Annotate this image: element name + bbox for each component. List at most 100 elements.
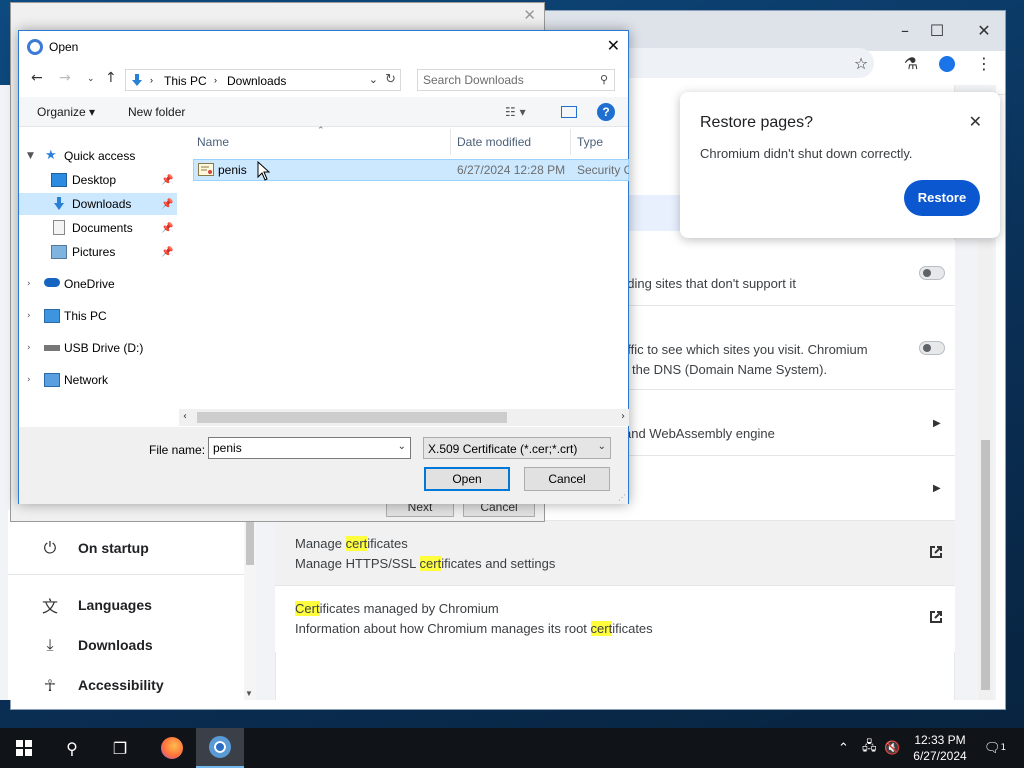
- toggle-switch[interactable]: [919, 341, 945, 355]
- external-link-icon[interactable]: [928, 609, 944, 625]
- sidebar-divider: [8, 574, 248, 575]
- star-icon: ★: [45, 148, 57, 163]
- back-arrow-icon[interactable]: ←: [31, 70, 43, 86]
- chevron-right-icon: ▶: [933, 483, 941, 494]
- network-tray-icon[interactable]: 🖧: [862, 728, 877, 768]
- tree-item-this-pc[interactable]: › This PC: [19, 305, 177, 327]
- tree-item-usb-drive[interactable]: › USB Drive (D:): [19, 337, 177, 359]
- tree-item-label: Pictures: [72, 245, 116, 259]
- breadcrumb-downloads[interactable]: Downloads: [227, 74, 286, 88]
- collapsed-chevron-icon[interactable]: ›: [27, 279, 31, 289]
- labs-icon[interactable]: ⚗: [899, 52, 923, 76]
- collapsed-chevron-icon[interactable]: ›: [27, 375, 31, 385]
- menu-icon[interactable]: ⋮: [972, 52, 996, 76]
- maximize-button[interactable]: ☐: [925, 19, 949, 43]
- windows-start-icon[interactable]: [0, 728, 48, 768]
- address-breadcrumb[interactable]: › This PC › Downloads ⌄ ↻: [125, 69, 401, 91]
- sidebar-item-on-startup[interactable]: ⏻ On startup: [8, 528, 248, 568]
- breadcrumb-this-pc[interactable]: This PC: [164, 74, 207, 88]
- close-icon[interactable]: ✕: [607, 36, 620, 55]
- star-icon[interactable]: ☆: [849, 52, 873, 76]
- restore-button[interactable]: Restore: [904, 180, 980, 216]
- close-icon[interactable]: ✕: [969, 112, 982, 131]
- close-icon[interactable]: ✕: [523, 6, 536, 24]
- preview-pane-icon[interactable]: [561, 106, 577, 118]
- search-input[interactable]: [418, 70, 588, 90]
- sidebar-item-label: Downloads: [78, 637, 153, 653]
- sidebar-item-accessibility[interactable]: ☥ Accessibility: [8, 665, 248, 705]
- tree-item-desktop[interactable]: Desktop 📌: [19, 169, 177, 191]
- dialog-title: Open: [49, 40, 79, 54]
- download-folder-icon: [54, 197, 64, 210]
- task-view-icon[interactable]: ❐: [96, 728, 144, 768]
- recent-locations-icon[interactable]: ⌄: [87, 74, 95, 84]
- navigation-bar: ← → ⌄ ↑ › This PC › Downloads ⌄ ↻ ⚲: [19, 63, 628, 95]
- scroll-down-arrow-icon[interactable]: ▼: [245, 689, 253, 698]
- column-divider[interactable]: [450, 129, 451, 155]
- horizontal-scrollbar[interactable]: ‹ ›: [179, 409, 629, 426]
- chevron-down-icon[interactable]: ⌄: [369, 73, 378, 86]
- collapsed-chevron-icon[interactable]: ›: [27, 311, 31, 321]
- external-link-icon[interactable]: [928, 544, 944, 560]
- open-button[interactable]: Open: [424, 467, 510, 491]
- tree-item-label: Downloads: [72, 197, 132, 211]
- manage-certificates-title: Manage certificates: [295, 536, 408, 551]
- tree-item-pictures[interactable]: Pictures 📌: [19, 241, 177, 263]
- notification-icon[interactable]: 🗨 1: [984, 728, 1006, 768]
- scroll-right-arrow-icon[interactable]: ›: [621, 411, 625, 422]
- tree-item-onedrive[interactable]: › OneDrive: [19, 273, 177, 295]
- window-close-button[interactable]: ✕: [972, 19, 996, 43]
- cancel-button[interactable]: Cancel: [524, 467, 610, 491]
- system-clock[interactable]: 12:33 PM 6/27/2024: [905, 732, 975, 764]
- column-name[interactable]: Name: [197, 135, 229, 149]
- scrollbar-thumb[interactable]: [981, 440, 990, 690]
- chromium-icon[interactable]: [196, 728, 244, 768]
- forward-arrow-icon[interactable]: →: [59, 70, 71, 86]
- file-type-select[interactable]: X.509 Certificate (*.cer;*.crt) ⌄: [423, 437, 611, 459]
- pin-icon: 📌: [161, 198, 174, 210]
- scrollbar-thumb[interactable]: [197, 412, 507, 423]
- file-name-combobox[interactable]: ⌄: [208, 437, 411, 459]
- command-bar: Organize ▾ New folder ☷ ▾ ?: [19, 97, 628, 127]
- chevron-down-icon[interactable]: ⌄: [398, 441, 406, 452]
- search-box[interactable]: ⚲: [417, 69, 615, 91]
- new-folder-button[interactable]: New folder: [128, 105, 185, 119]
- firefox-icon[interactable]: [148, 728, 196, 768]
- sidebar-item-label: On startup: [78, 540, 149, 556]
- sidebar-item-languages[interactable]: 文 Languages: [8, 585, 248, 625]
- scroll-left-arrow-icon[interactable]: ‹: [183, 411, 187, 422]
- profile-icon[interactable]: [935, 52, 959, 76]
- setting-row-certificates-managed[interactable]: Certificates managed by Chromium Informa…: [275, 586, 955, 652]
- breadcrumb-separator-icon: ›: [150, 75, 153, 85]
- file-name-input[interactable]: [209, 438, 391, 458]
- sidebar-scrollbar[interactable]: ▼: [244, 510, 256, 700]
- page-scrollbar[interactable]: [978, 240, 993, 700]
- column-divider[interactable]: [570, 129, 571, 155]
- column-type[interactable]: Type: [577, 135, 603, 149]
- chevron-right-icon: ▶: [933, 418, 941, 429]
- minimize-button[interactable]: –: [893, 19, 917, 43]
- view-options-icon[interactable]: ☷ ▾: [505, 105, 526, 119]
- download-icon: ⤓: [46, 635, 54, 654]
- search-icon[interactable]: ⚲: [48, 728, 96, 768]
- dialog-titlebar[interactable]: Open ✕: [19, 31, 628, 61]
- help-icon[interactable]: ?: [597, 103, 615, 121]
- tree-item-network[interactable]: › Network: [19, 369, 177, 391]
- setting-row-manage-certificates[interactable]: Manage certificates Manage HTTPS/SSL cer…: [275, 521, 955, 586]
- expanded-chevron-icon[interactable]: ▼: [27, 151, 34, 161]
- column-date-modified[interactable]: Date modified: [457, 135, 531, 149]
- resize-grip-icon[interactable]: ⋰: [618, 493, 626, 502]
- chevron-up-icon[interactable]: ⌃: [838, 728, 849, 768]
- volume-muted-icon[interactable]: 🔇: [884, 728, 900, 768]
- tree-item-label: Quick access: [64, 149, 136, 163]
- collapsed-chevron-icon[interactable]: ›: [27, 343, 31, 353]
- tree-item-quick-access[interactable]: ▼ ★ Quick access: [19, 145, 177, 167]
- toggle-switch[interactable]: [919, 266, 945, 280]
- up-arrow-icon[interactable]: ↑: [105, 70, 117, 86]
- organize-button[interactable]: Organize ▾: [37, 105, 95, 119]
- refresh-icon[interactable]: ↻: [385, 72, 396, 87]
- sidebar-item-downloads[interactable]: ⤓ Downloads: [8, 625, 248, 665]
- tree-item-documents[interactable]: Documents 📌: [19, 217, 177, 239]
- tree-item-downloads[interactable]: Downloads 📌: [19, 193, 177, 215]
- setting-description: and WebAssembly engine: [624, 426, 775, 441]
